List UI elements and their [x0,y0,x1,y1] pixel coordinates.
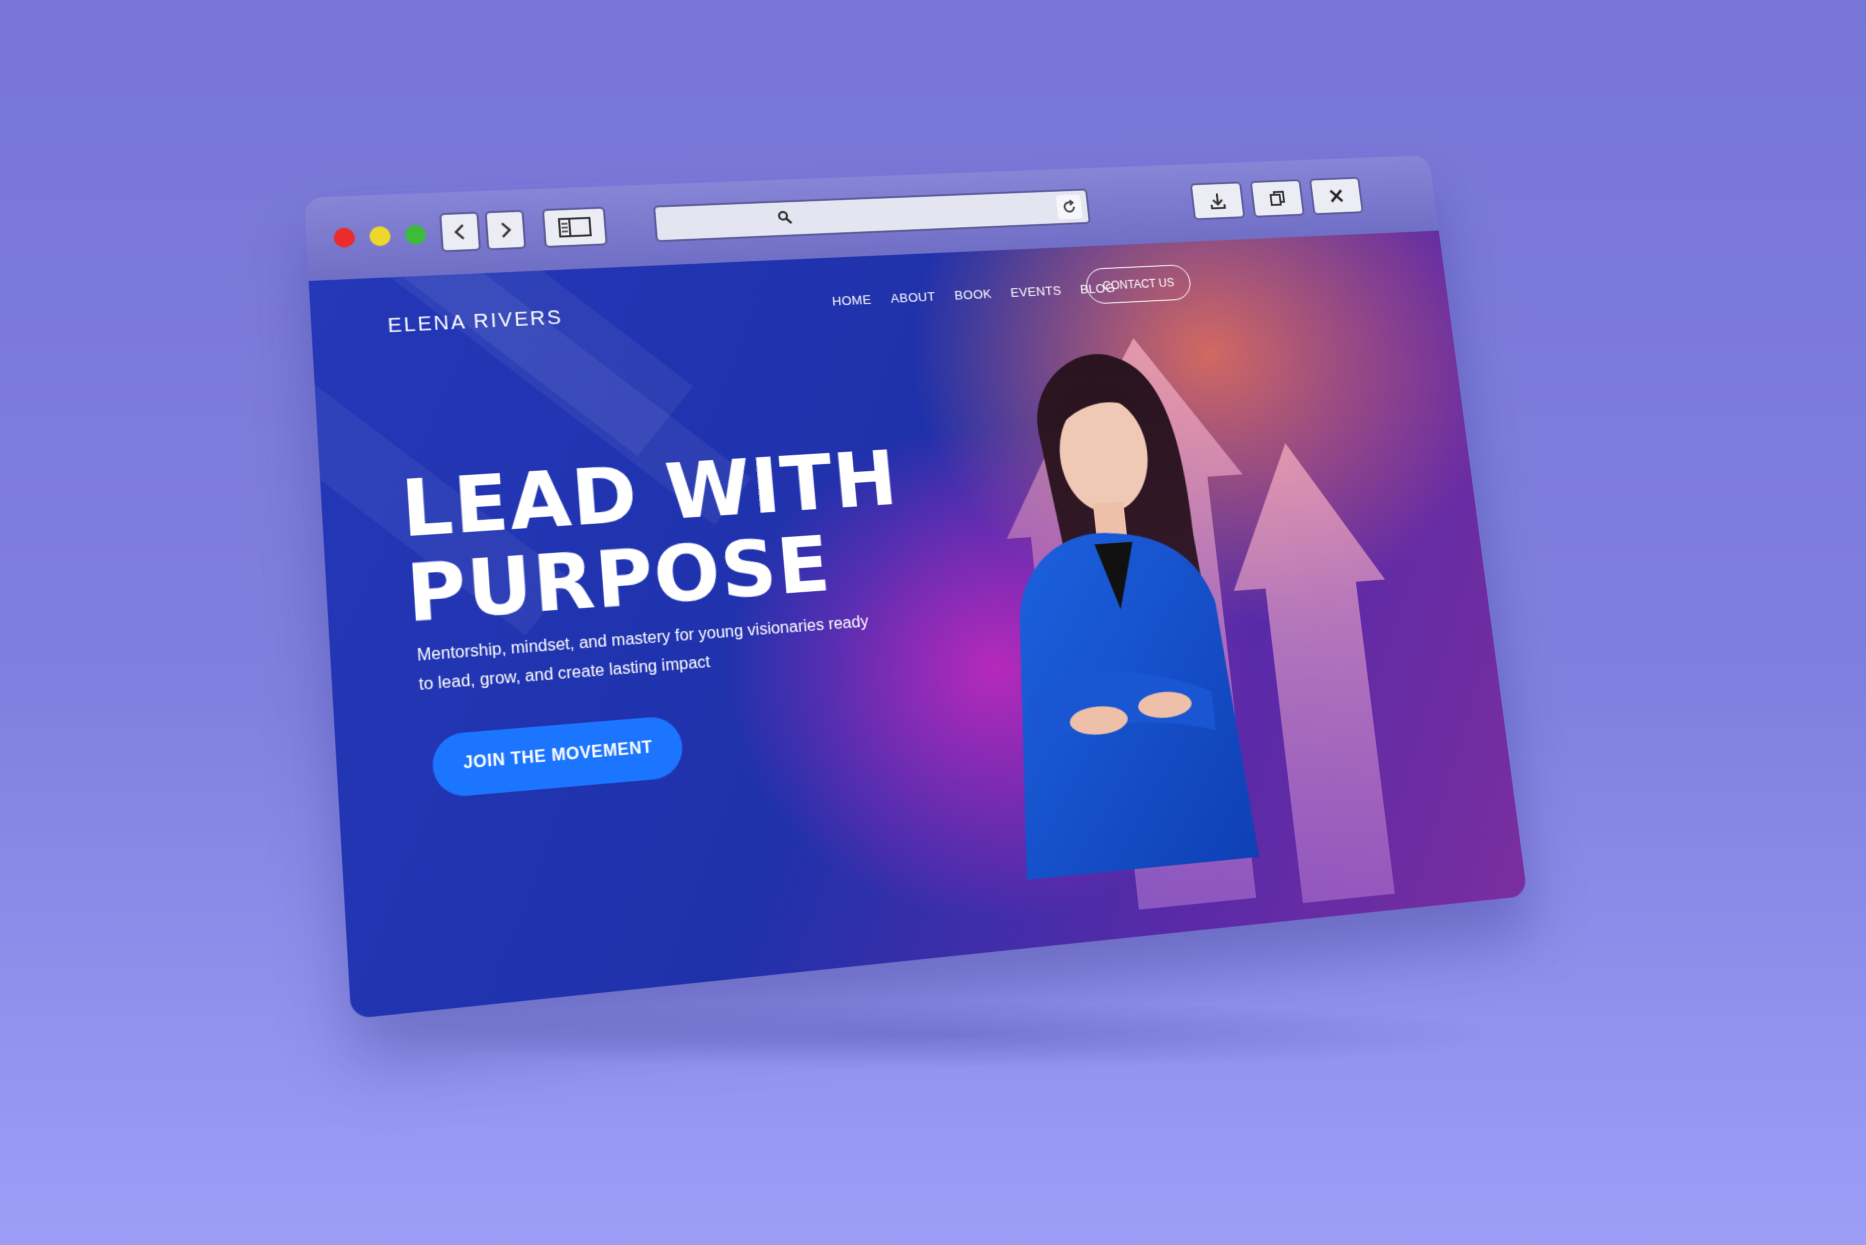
reload-button[interactable] [1055,194,1083,220]
address-bar[interactable] [653,188,1091,243]
hero-artwork [992,333,1425,914]
main-nav: HOME ABOUT BOOK EVENTS BLOG [831,281,1115,309]
hero-headline: LEAD WITH PURPOSE [399,434,909,639]
download-icon [1207,191,1227,210]
download-button[interactable] [1189,181,1246,221]
floor-shadow [360,1000,1510,1070]
sidebar-toggle-button[interactable] [541,206,608,248]
chevron-left-icon [451,223,469,241]
forward-button[interactable] [484,209,527,251]
copy-icon [1267,189,1287,208]
nav-item-book[interactable]: BOOK [954,287,992,303]
nav-item-about[interactable]: ABOUT [890,289,936,305]
contact-us-button[interactable]: CONTACT US [1084,264,1193,305]
reload-icon [1061,199,1078,214]
minimize-window-dot[interactable] [368,225,392,247]
close-icon [1326,187,1346,206]
chevron-right-icon [497,221,515,239]
browser-mockup: ELENA RIVERS HOME ABOUT BOOK EVENTS BLOG… [303,155,1528,1019]
join-the-movement-button[interactable]: JOIN THE MOVEMENT [430,714,685,799]
website-hero: ELENA RIVERS HOME ABOUT BOOK EVENTS BLOG… [308,230,1528,1019]
back-button[interactable] [439,211,482,253]
maximize-window-dot[interactable] [404,224,427,245]
search-icon [777,210,794,226]
sidebar-icon [557,216,593,239]
browser-window: ELENA RIVERS HOME ABOUT BOOK EVENTS BLOG… [303,155,1528,1019]
close-button[interactable] [1309,176,1364,216]
woman-portrait [992,349,1260,880]
copy-button[interactable] [1249,179,1305,218]
close-window-dot[interactable] [333,227,356,248]
nav-item-home[interactable]: HOME [831,292,872,308]
nav-item-events[interactable]: EVENTS [1010,283,1062,300]
